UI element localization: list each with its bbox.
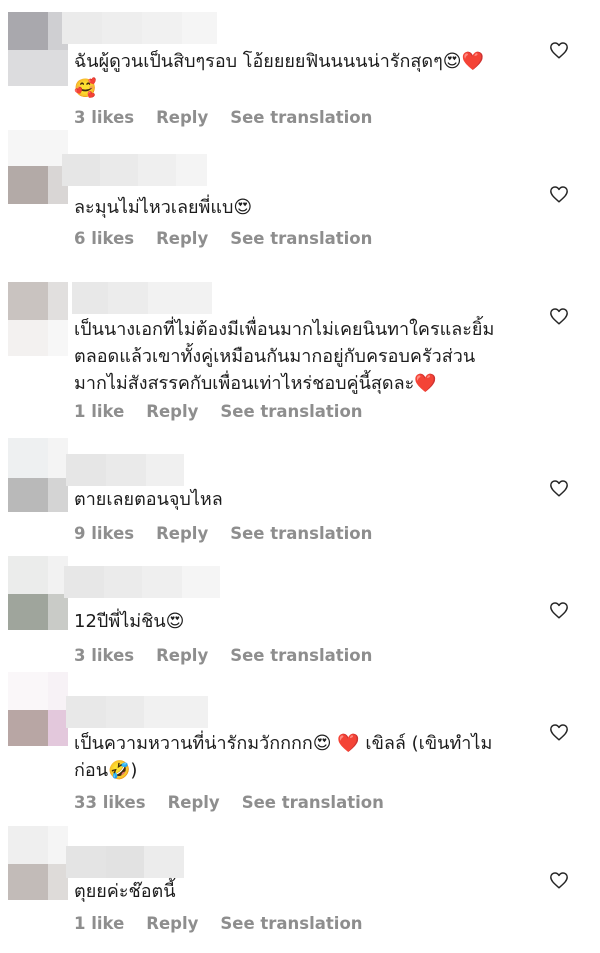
likes-count[interactable]: 1 like	[74, 914, 124, 933]
reply-button[interactable]: Reply	[156, 646, 208, 665]
comment-meta: 6 likes Reply See translation	[74, 229, 394, 248]
reply-button[interactable]: Reply	[168, 793, 220, 812]
reply-button[interactable]: Reply	[156, 524, 208, 543]
heart-outline-icon[interactable]	[548, 870, 570, 890]
see-translation-link[interactable]: See translation	[230, 108, 372, 127]
heart-outline-icon[interactable]	[548, 184, 570, 204]
see-translation-link[interactable]: See translation	[230, 229, 372, 248]
comment-text: เป็นความหวานที่น่ารักมวักกกก😍 ❤️ เขิลล์ …	[74, 733, 493, 781]
comment-text: 12ปีพี่ไม่ชิน😍	[74, 611, 185, 632]
see-translation-link[interactable]: See translation	[230, 524, 372, 543]
avatar[interactable]	[8, 282, 68, 356]
see-translation-link[interactable]: See translation	[242, 793, 384, 812]
avatar[interactable]	[8, 672, 68, 746]
see-translation-link[interactable]: See translation	[220, 914, 362, 933]
reply-button[interactable]: Reply	[156, 229, 208, 248]
comment-meta: 1 like Reply See translation	[74, 402, 385, 421]
avatar[interactable]	[8, 12, 68, 86]
likes-count[interactable]: 3 likes	[74, 646, 134, 665]
comment-text: ตุยยค่ะช๊อตนี้	[74, 881, 176, 902]
comment-text: เป็นนางเอกที่ไม่ต้องมีเพื่อนมากไม่เคยนิน…	[74, 319, 495, 394]
username-blurred[interactable]	[66, 454, 184, 486]
likes-count[interactable]: 1 like	[74, 402, 124, 421]
heart-outline-icon[interactable]	[548, 600, 570, 620]
comment-meta: 1 like Reply See translation	[74, 914, 385, 933]
heart-outline-icon[interactable]	[548, 306, 570, 326]
avatar[interactable]	[8, 438, 68, 512]
reply-button[interactable]: Reply	[146, 914, 198, 933]
heart-outline-icon[interactable]	[548, 722, 570, 742]
likes-count[interactable]: 3 likes	[74, 108, 134, 127]
comment-text: ละมุนไม่ไหวเลยพี่แบ😍	[74, 197, 253, 218]
username-blurred[interactable]	[72, 282, 212, 314]
username-blurred[interactable]	[62, 154, 207, 186]
see-translation-link[interactable]: See translation	[220, 402, 362, 421]
avatar[interactable]	[8, 556, 68, 630]
comment-meta: 3 likes Reply See translation	[74, 646, 394, 665]
comment-meta: 9 likes Reply See translation	[74, 524, 394, 543]
likes-count[interactable]: 6 likes	[74, 229, 134, 248]
reply-button[interactable]: Reply	[156, 108, 208, 127]
username-blurred[interactable]	[62, 12, 217, 44]
see-translation-link[interactable]: See translation	[230, 646, 372, 665]
comment-text: ฉันผู้ดูวนเป็นสิบๆรอบ โอ้ยยยยฟินนนนน่ารั…	[74, 51, 484, 99]
heart-outline-icon[interactable]	[548, 40, 570, 60]
likes-count[interactable]: 9 likes	[74, 524, 134, 543]
likes-count[interactable]: 33 likes	[74, 793, 146, 812]
comment-meta: 33 likes Reply See translation	[74, 793, 406, 812]
avatar[interactable]	[8, 826, 68, 900]
heart-outline-icon[interactable]	[548, 478, 570, 498]
comment-text: ตายเลยตอนจุบไหล	[74, 489, 223, 510]
username-blurred[interactable]	[64, 566, 220, 598]
avatar[interactable]	[8, 130, 68, 204]
reply-button[interactable]: Reply	[146, 402, 198, 421]
comment-meta: 3 likes Reply See translation	[74, 108, 394, 127]
username-blurred[interactable]	[66, 696, 208, 728]
username-blurred[interactable]	[66, 846, 184, 878]
